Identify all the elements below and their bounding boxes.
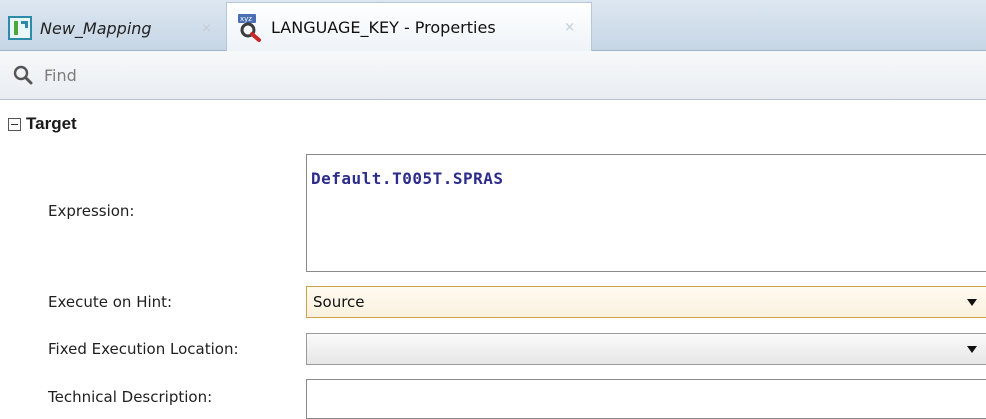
fixed-execution-location-select[interactable]	[306, 333, 986, 365]
expression-value: Default.T005T.SPRAS	[311, 169, 504, 188]
expression-label: Expression:	[48, 202, 135, 220]
find-bar[interactable]: Find	[0, 51, 986, 100]
technical-description-label: Technical Description:	[48, 388, 213, 406]
expression-field[interactable]: Default.T005T.SPRAS	[306, 154, 986, 272]
svg-text:xyz: xyz	[240, 15, 252, 23]
tab-label: LANGUAGE_KEY - Properties	[271, 17, 496, 37]
execute-on-hint-value: Source	[313, 293, 365, 311]
chevron-down-icon[interactable]	[967, 299, 977, 306]
tab-new-mapping[interactable]: New_Mapping ×	[0, 6, 226, 50]
fixed-execution-location-label: Fixed Execution Location:	[48, 340, 239, 358]
search-icon	[13, 65, 33, 85]
find-input[interactable]: Find	[44, 66, 77, 85]
mapping-icon	[8, 16, 32, 40]
properties-icon: xyz	[238, 14, 261, 42]
chevron-down-icon[interactable]	[967, 346, 977, 353]
execute-on-hint-label: Execute on Hint:	[48, 293, 173, 311]
collapse-icon[interactable]	[8, 117, 21, 131]
section-title: Target	[26, 114, 77, 133]
close-icon[interactable]: ×	[201, 21, 212, 36]
execute-on-hint-select[interactable]: Source	[306, 286, 986, 318]
close-icon[interactable]: ×	[564, 20, 575, 35]
tab-language-key-properties[interactable]: xyz LANGUAGE_KEY - Properties ×	[226, 2, 592, 51]
technical-description-field[interactable]	[306, 379, 986, 419]
tab-label: New_Mapping	[40, 18, 152, 38]
editor-tab-bar: New_Mapping × xyz LANGUAGE_KEY - Propert…	[0, 0, 986, 51]
section-target[interactable]: Target	[8, 114, 77, 134]
